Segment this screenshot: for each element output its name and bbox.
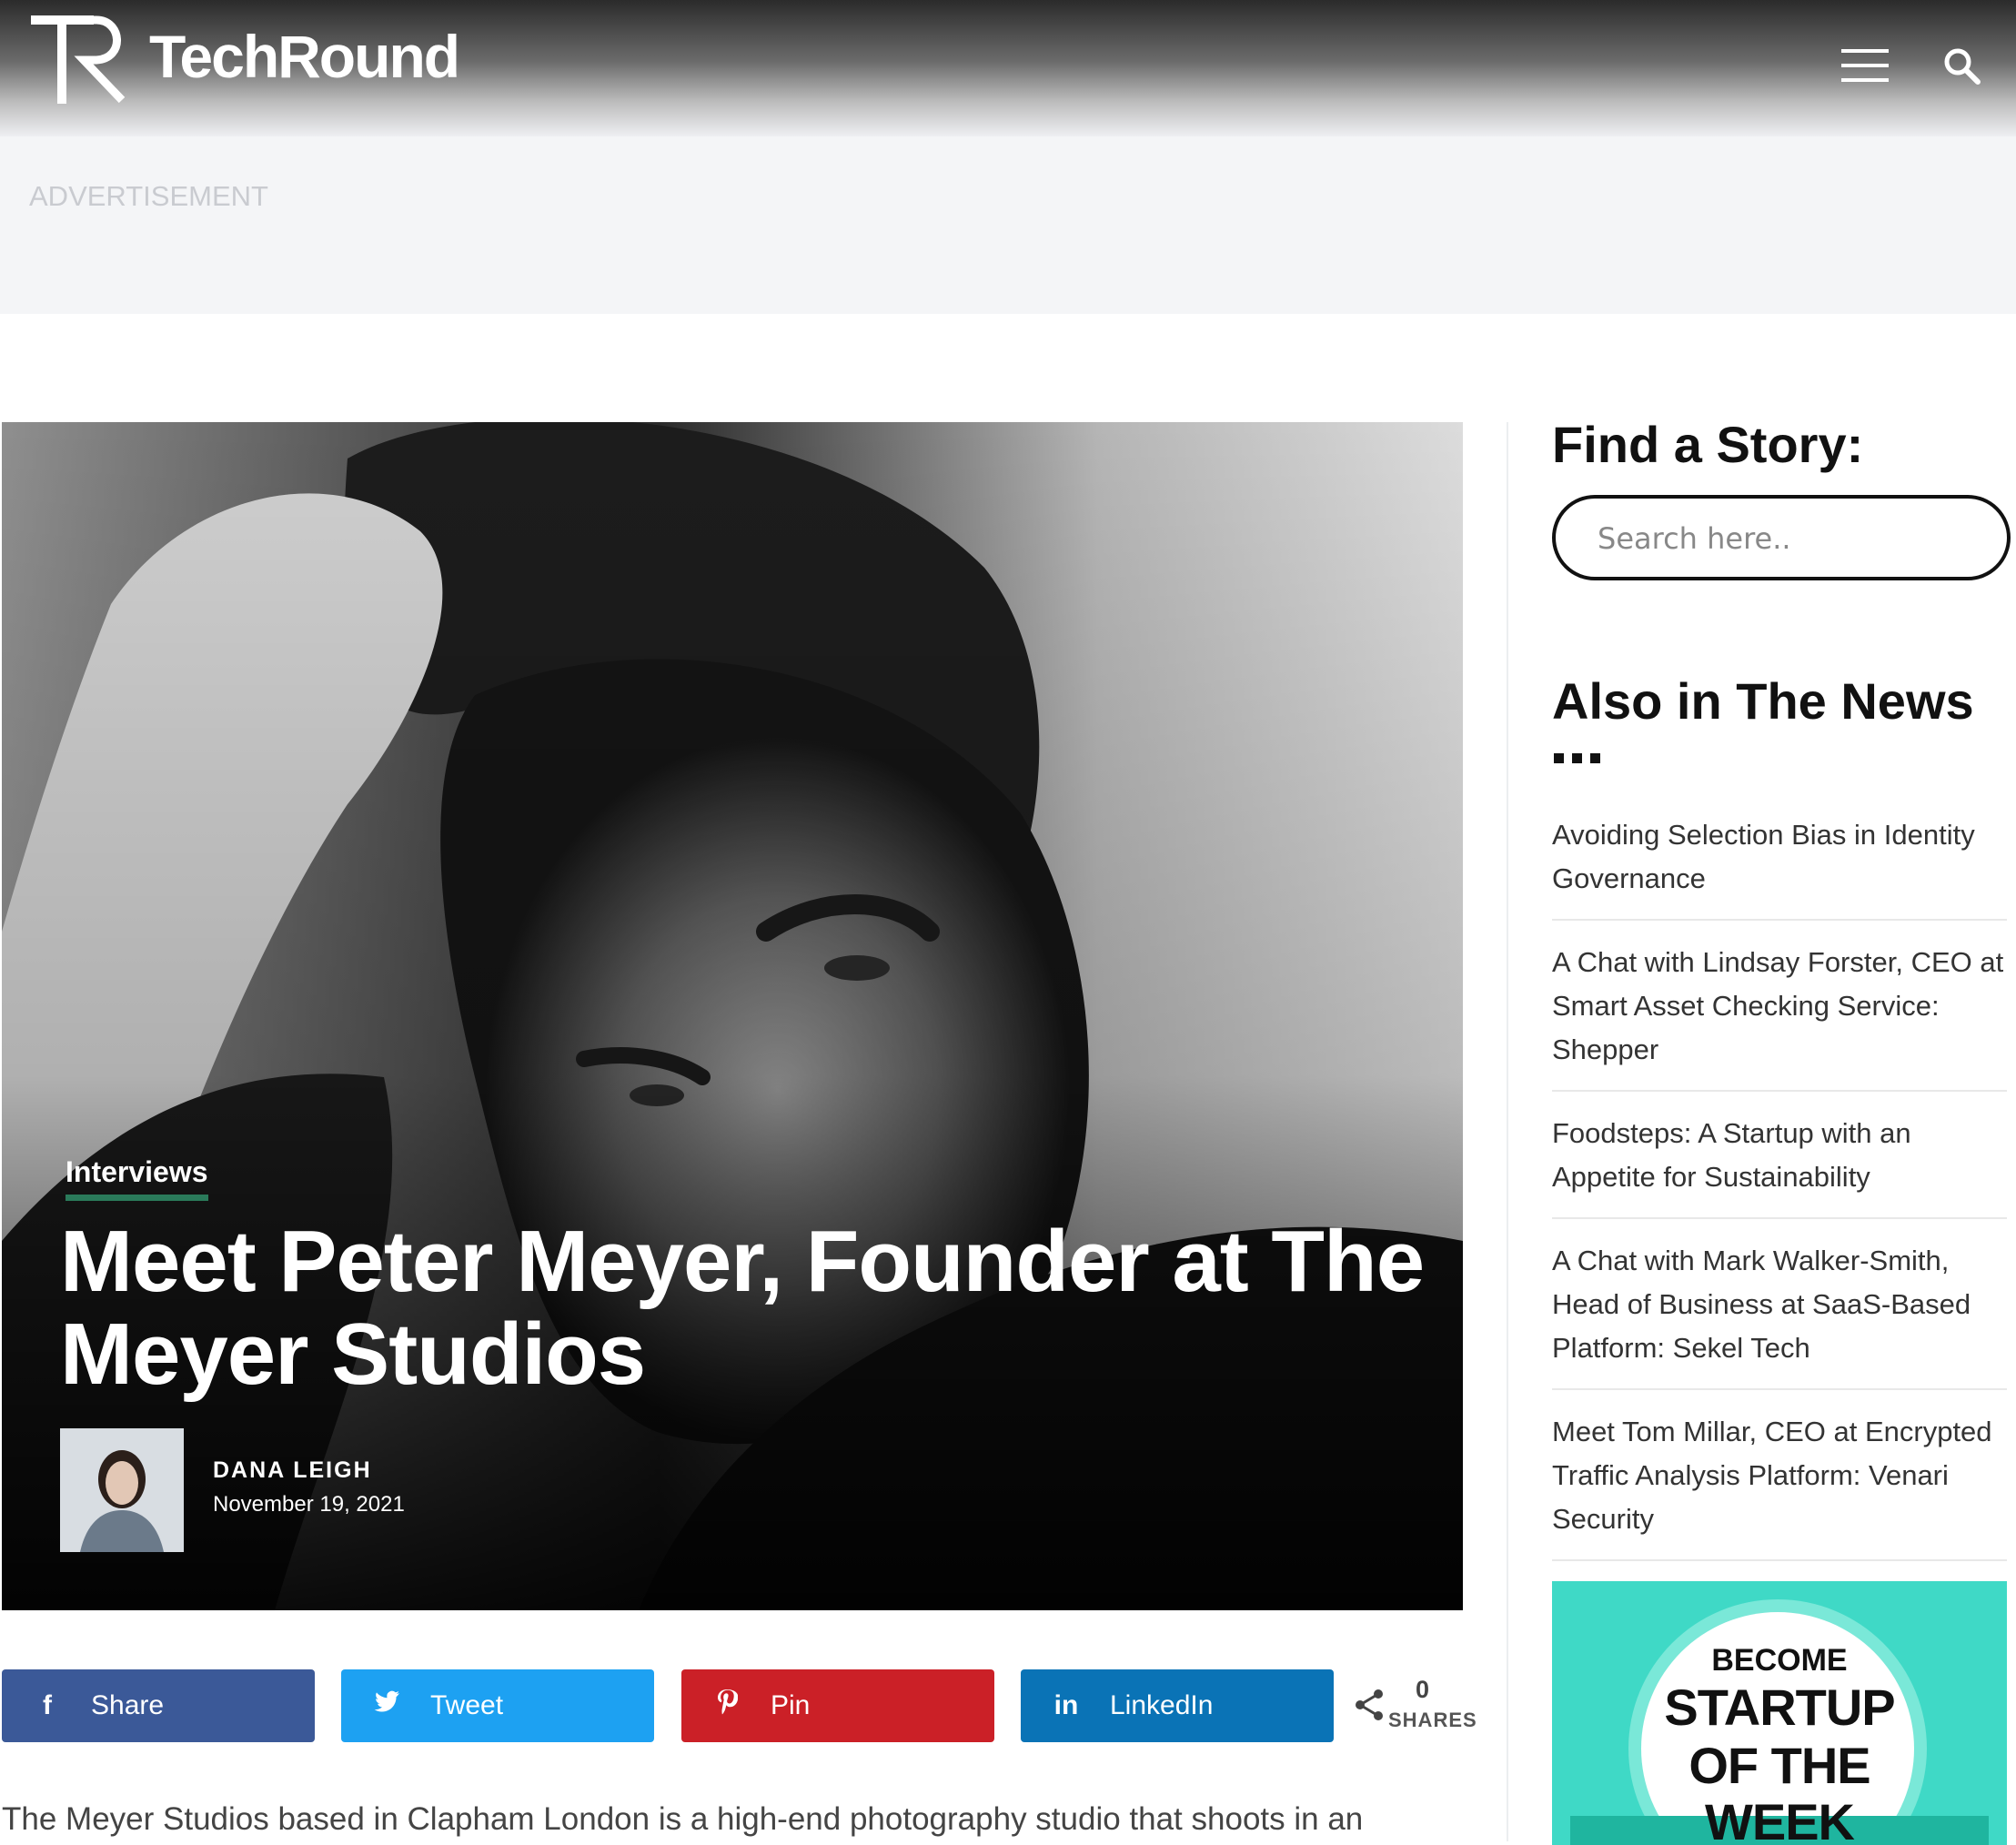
brand-name[interactable]: TechRound xyxy=(149,22,460,91)
hamburger-menu-icon[interactable] xyxy=(1841,47,1889,84)
news-item[interactable]: Meet Tom Millar, CEO at Encrypted Traffi… xyxy=(1552,1406,2007,1561)
heading-dots-decoration xyxy=(1554,751,1608,764)
pinterest-share-button[interactable]: Pin xyxy=(681,1669,994,1742)
promo-line-1: BECOME xyxy=(1711,1643,1848,1678)
news-item[interactable]: A Chat with Mark Walker-Smith, Head of B… xyxy=(1552,1235,2007,1390)
find-story-heading: Find a Story: xyxy=(1552,416,1864,473)
site-header: TechRound xyxy=(0,0,2016,136)
sidebar-divider xyxy=(1507,422,1508,1841)
tweet-button-label: Tweet xyxy=(430,1690,504,1720)
sidebar-search-input[interactable] xyxy=(1596,499,2000,579)
author-avatar[interactable] xyxy=(60,1428,184,1552)
author-name[interactable]: DANA LEIGH xyxy=(213,1457,372,1484)
advertisement-label: ADVERTISEMENT xyxy=(29,180,268,212)
promo-line-4: WEEK xyxy=(1705,1793,1855,1845)
linkedin-button-label: LinkedIn xyxy=(1110,1690,1214,1720)
share-count-icon xyxy=(1356,1689,1383,1720)
facebook-share-button[interactable]: f Share xyxy=(2,1669,315,1742)
facebook-icon: f xyxy=(43,1690,52,1720)
startup-of-the-week-banner[interactable]: BECOME STARTUP OF THE WEEK xyxy=(1552,1581,2007,1845)
category-tag[interactable]: Interviews xyxy=(66,1155,208,1201)
twitter-icon xyxy=(368,1690,405,1721)
pinterest-icon xyxy=(709,1689,745,1723)
article-headline: Meet Peter Meyer, Founder at The Meyer S… xyxy=(60,1213,1425,1403)
share-button-label: Share xyxy=(91,1690,165,1720)
article-intro-text: The Meyer Studios based in Clapham Londo… xyxy=(2,1801,1364,1837)
also-in-news-heading: Also in The News xyxy=(1552,672,1974,730)
news-item[interactable]: Avoiding Selection Bias in Identity Gove… xyxy=(1552,810,2007,921)
pin-button-label: Pin xyxy=(771,1690,811,1720)
news-list: Avoiding Selection Bias in Identity Gove… xyxy=(1552,810,2007,1578)
shares-label: SHARES xyxy=(1388,1709,1477,1731)
promo-line-2: STARTUP xyxy=(1664,1679,1895,1736)
hero-photo xyxy=(2,422,1463,1610)
techround-logo-icon[interactable] xyxy=(31,13,136,104)
promo-line-3: OF THE xyxy=(1688,1737,1870,1794)
post-date: November 19, 2021 xyxy=(213,1492,405,1517)
twitter-share-button[interactable]: Tweet xyxy=(341,1669,654,1742)
shares-count: 0 xyxy=(1416,1676,1430,1703)
hero-image[interactable] xyxy=(2,422,1463,1610)
advertisement-area: ADVERTISEMENT xyxy=(0,136,2016,314)
linkedin-icon: in xyxy=(1053,1690,1079,1720)
search-icon[interactable] xyxy=(1941,45,1981,86)
news-item[interactable]: Foodsteps: A Startup with an Appetite fo… xyxy=(1552,1108,2007,1219)
news-item[interactable]: A Chat with Lindsay Forster, CEO at Smar… xyxy=(1552,937,2007,1092)
linkedin-share-button[interactable]: in LinkedIn xyxy=(1021,1669,1334,1742)
sidebar-search-box[interactable] xyxy=(1552,495,2011,580)
